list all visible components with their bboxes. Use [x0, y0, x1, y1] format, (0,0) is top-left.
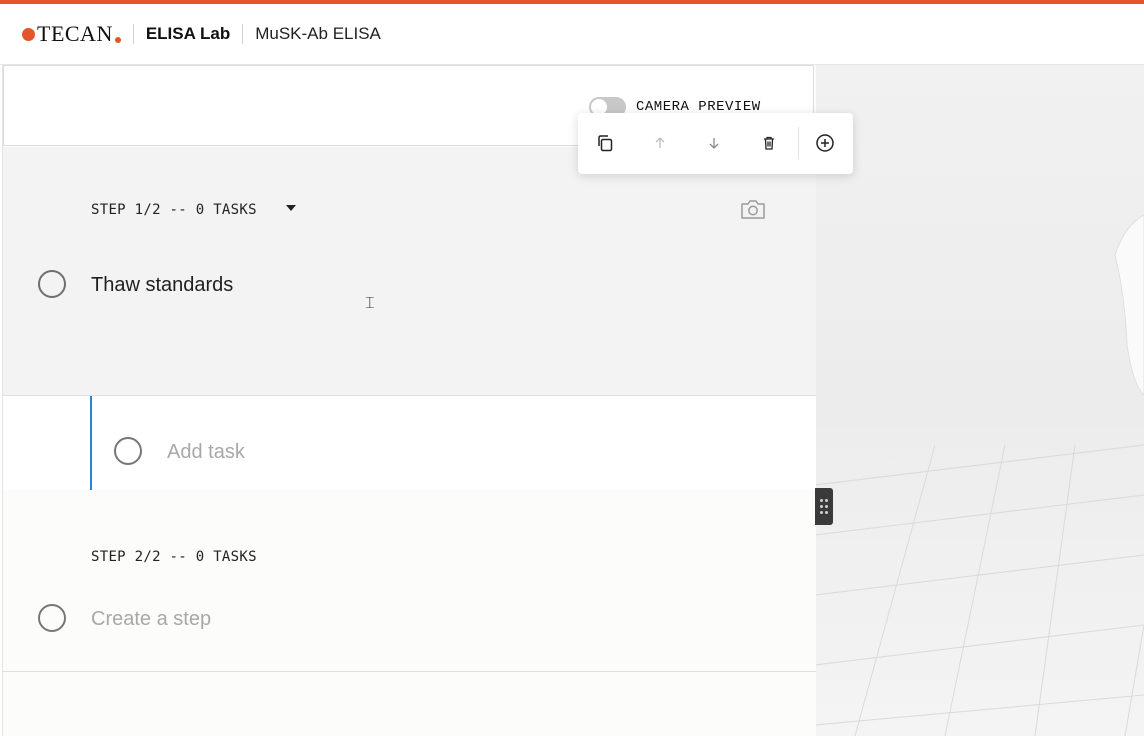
logo-dot-icon: [22, 27, 35, 41]
add-task-placeholder[interactable]: Add task: [167, 441, 245, 464]
copy-icon: [598, 135, 613, 152]
add-step-button[interactable]: [811, 129, 839, 157]
task-name[interactable]: Thaw standards: [91, 274, 233, 297]
app-header: TECAN ELISA Lab MuSK-Ab ELISA: [0, 4, 1144, 65]
duplicate-button[interactable]: [591, 129, 619, 157]
header-divider: [132, 24, 134, 44]
project-name[interactable]: MuSK-Ab ELISA: [255, 24, 381, 44]
plus-circle-icon: [816, 134, 834, 152]
active-indicator: [90, 396, 92, 490]
logo-dot-icon: [114, 37, 121, 43]
arrow-up-icon: [655, 137, 665, 148]
step-1-card[interactable]: STEP 1/2 -- 0 TASKS Thaw standards: [3, 147, 816, 395]
add-task-row[interactable]: Add task: [3, 395, 816, 491]
floor-grid-graphic: [815, 214, 1144, 736]
camera-icon[interactable]: [740, 198, 766, 220]
arrow-down-icon: [709, 138, 719, 149]
create-step-placeholder[interactable]: Create a step: [91, 608, 211, 631]
delete-button[interactable]: [755, 129, 783, 157]
text-cursor-icon: ⌶: [365, 293, 375, 312]
task-checkbox[interactable]: [38, 270, 66, 298]
header-divider: [242, 24, 244, 44]
move-up-button[interactable]: [646, 129, 674, 157]
toolbar-divider: [798, 127, 799, 159]
step-actions-toolbar: [578, 113, 853, 174]
create-step-checkbox[interactable]: [38, 604, 66, 632]
camera-preview-area: [815, 65, 1144, 736]
move-down-button[interactable]: [700, 129, 728, 157]
logo-text: TECAN: [37, 21, 113, 46]
trash-icon: [764, 136, 774, 150]
add-task-checkbox[interactable]: [114, 437, 142, 465]
tecan-logo[interactable]: TECAN: [22, 21, 121, 47]
step-2-card[interactable]: STEP 2/2 -- 0 TASKS Create a step: [3, 490, 816, 672]
step-2-title[interactable]: STEP 2/2 -- 0 TASKS: [91, 549, 257, 565]
panel-resize-handle[interactable]: [815, 488, 833, 525]
caret-down-icon[interactable]: [286, 205, 296, 211]
app-name[interactable]: ELISA Lab: [146, 24, 230, 44]
step-1-title[interactable]: STEP 1/2 -- 0 TASKS: [91, 202, 257, 218]
